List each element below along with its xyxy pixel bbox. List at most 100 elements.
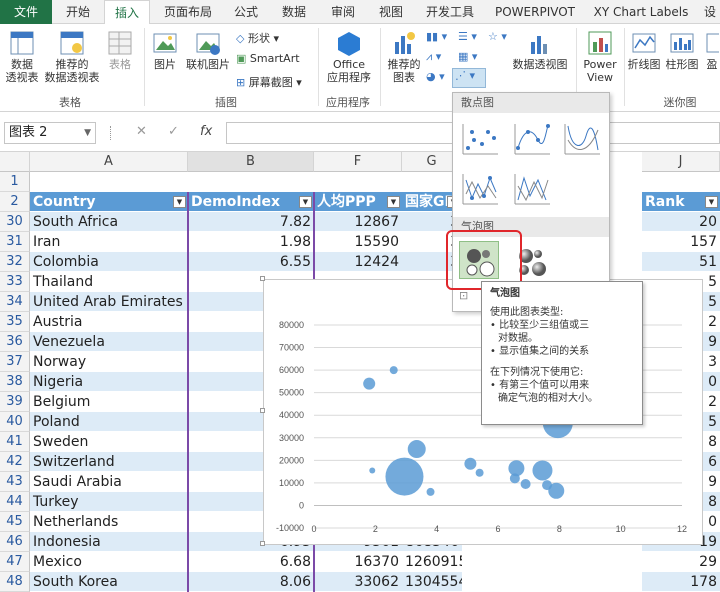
row-header[interactable]: 38 — [0, 372, 30, 392]
table-cell-country[interactable]: South Korea — [30, 572, 188, 592]
chart-resize-handle[interactable] — [260, 541, 265, 546]
table-cell-ppp[interactable]: 16370 — [314, 552, 402, 572]
table-cell-country[interactable]: South Africa — [30, 212, 188, 232]
bar-chart-button[interactable]: ☰ ▾ — [458, 30, 477, 43]
tab-insert[interactable]: 插入 — [104, 0, 150, 25]
table-cell-country[interactable]: Belgium — [30, 392, 188, 412]
column-header-j[interactable]: J — [642, 152, 720, 172]
row-header[interactable]: 40 — [0, 412, 30, 432]
row-header[interactable]: 2 — [0, 192, 30, 212]
table-cell-country[interactable]: Colombia — [30, 252, 188, 272]
tab-formulas[interactable]: 公式 — [226, 0, 266, 24]
row-header[interactable]: 1 — [0, 172, 30, 192]
table-cell-country[interactable]: Indonesia — [30, 532, 188, 552]
pivotchart-button[interactable]: 数据透视图 — [508, 30, 572, 71]
column-chart-button[interactable]: ▮▮ ▾ — [426, 30, 447, 43]
scatter-smooth-markers-option[interactable] — [511, 119, 551, 157]
table-header-demo[interactable]: DemoIndex ▼ — [188, 192, 314, 212]
table-cell-rank[interactable]: 29 — [642, 552, 720, 572]
table-cell-country[interactable]: Venezuela — [30, 332, 188, 352]
table-cell-country[interactable]: Turkey — [30, 492, 188, 512]
tab-page-layout[interactable]: 页面布局 — [156, 0, 220, 24]
chart-resize-handle[interactable] — [260, 408, 265, 413]
power-view-button[interactable]: Power View — [580, 30, 620, 84]
pivottable-button[interactable]: 数据 透视表 — [4, 30, 40, 84]
table-header-ppp[interactable]: 人均PPP ▼ — [314, 192, 402, 212]
row-header[interactable]: 32 — [0, 252, 30, 272]
sparkline-column-button[interactable]: 柱形图 — [664, 30, 700, 71]
line-chart-button[interactable]: ⩘ ▾ — [426, 50, 441, 64]
filter-dropdown-icon[interactable]: ▼ — [705, 196, 718, 208]
table-cell-demo[interactable]: 8.06 — [188, 572, 314, 592]
column-header-a[interactable]: A — [30, 152, 188, 172]
table-cell-rank[interactable]: 178 — [642, 572, 720, 592]
tab-home[interactable]: 开始 — [58, 0, 98, 24]
row-header[interactable]: 41 — [0, 432, 30, 452]
table-header-country[interactable]: Country ▼ — [30, 192, 188, 212]
table-cell-country[interactable]: Thailand — [30, 272, 188, 292]
table-cell-country[interactable]: United Arab Emirates — [30, 292, 188, 312]
table-cell-gdp[interactable]: 1260915 — [402, 552, 462, 572]
shapes-button[interactable]: ◇ 形状 ▾ — [236, 30, 279, 46]
cancel-icon[interactable]: ✕ — [136, 124, 147, 139]
column-header-b[interactable]: B — [188, 152, 314, 172]
more-scatter-charts-icon[interactable]: ⊡ — [459, 289, 468, 302]
tab-design[interactable]: 设 — [700, 0, 720, 24]
table-cell-rank[interactable]: 20 — [642, 212, 720, 232]
table-cell-rank[interactable]: 157 — [642, 232, 720, 252]
table-cell-country[interactable]: Nigeria — [30, 372, 188, 392]
filter-dropdown-icon[interactable]: ▼ — [173, 196, 186, 208]
filter-dropdown-icon[interactable]: ▼ — [299, 196, 312, 208]
scatter-straight-markers-option[interactable] — [459, 169, 499, 207]
table-cell-country[interactable]: Mexico — [30, 552, 188, 572]
formula-bar-grip[interactable] — [110, 126, 112, 140]
row-header[interactable]: 42 — [0, 452, 30, 472]
column-header-f[interactable]: F — [314, 152, 402, 172]
filter-dropdown-icon[interactable]: ▼ — [387, 196, 400, 208]
online-picture-button[interactable]: 联机图片 — [184, 30, 232, 71]
hierarchy-chart-button[interactable]: ☆ ▾ — [488, 30, 507, 43]
table-cell-demo[interactable]: 1.98 — [188, 232, 314, 252]
scatter-smooth-option[interactable] — [561, 119, 601, 157]
table-cell-demo[interactable]: 6.68 — [188, 552, 314, 572]
row-header[interactable]: 48 — [0, 572, 30, 592]
row-header[interactable]: 36 — [0, 332, 30, 352]
table-cell-rank[interactable] — [642, 172, 720, 192]
table-cell-country[interactable]: Austria — [30, 312, 188, 332]
table-cell-country[interactable]: Poland — [30, 412, 188, 432]
table-cell-country[interactable]: Switzerland — [30, 452, 188, 472]
chart-resize-handle[interactable] — [260, 276, 265, 281]
table-cell-ppp[interactable]: 33062 — [314, 572, 402, 592]
table-cell-country[interactable]: Netherlands — [30, 512, 188, 532]
sparkline-line-button[interactable]: 折线图 — [626, 30, 662, 71]
screenshot-button[interactable]: ⊞ 屏幕截图 ▾ — [236, 74, 302, 90]
tab-view[interactable]: 视图 — [370, 0, 412, 24]
table-cell-country[interactable]: Norway — [30, 352, 188, 372]
tab-developer[interactable]: 开发工具 — [418, 0, 482, 24]
row-header[interactable]: 47 — [0, 552, 30, 572]
row-header[interactable]: 37 — [0, 352, 30, 372]
sparkline-winloss-button[interactable]: 盈 — [704, 30, 720, 71]
row-header[interactable]: 31 — [0, 232, 30, 252]
scatter-markers-option[interactable] — [459, 119, 499, 157]
table-button[interactable]: 表格 — [104, 30, 136, 71]
table-cell-gdp[interactable]: 1304554 — [402, 572, 462, 592]
name-box[interactable]: 图表 2 ▼ — [4, 122, 96, 144]
recommended-pivot-button[interactable]: 推荐的 数据透视表 — [42, 30, 102, 84]
row-header[interactable]: 30 — [0, 212, 30, 232]
tab-file[interactable]: 文件 — [0, 0, 52, 24]
scatter-chart-button[interactable]: ⋰ ▾ — [452, 68, 486, 88]
table-cell-country[interactable]: Sweden — [30, 432, 188, 452]
table-header-rank[interactable]: Rank ▼ — [642, 192, 720, 212]
row-header[interactable]: 35 — [0, 312, 30, 332]
row-header[interactable]: 33 — [0, 272, 30, 292]
row-header[interactable]: 43 — [0, 472, 30, 492]
row-header[interactable]: 45 — [0, 512, 30, 532]
select-all-corner[interactable] — [0, 152, 30, 172]
tab-data[interactable]: 数据 — [272, 0, 316, 24]
pie-chart-button[interactable]: ◕ ▾ — [426, 70, 445, 83]
table-cell-ppp[interactable]: 12424 — [314, 252, 402, 272]
table-cell-ppp[interactable] — [314, 172, 402, 192]
stock-chart-button[interactable]: ▦ ▾ — [458, 50, 477, 63]
table-cell-country[interactable] — [30, 172, 188, 192]
